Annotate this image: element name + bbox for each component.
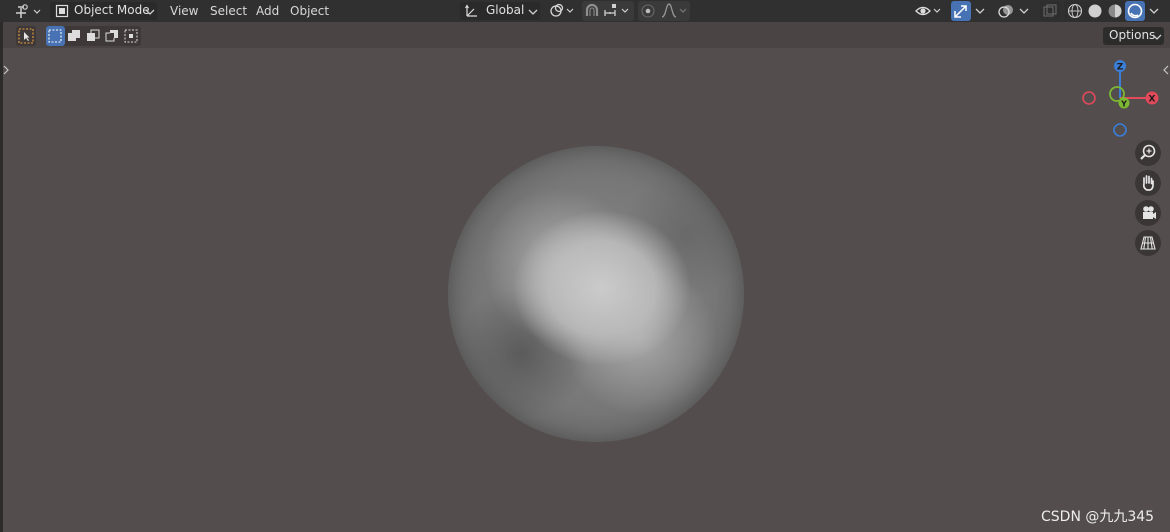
camera-view-button[interactable] [1135, 200, 1161, 226]
gizmo-z-label: Z [1117, 63, 1124, 73]
shading-group [1064, 1, 1146, 21]
chevron-down-icon [1152, 34, 1162, 40]
mode-dropdown[interactable]: Object Mode [50, 2, 157, 20]
navigation-gizmo[interactable]: Z X Y [1080, 56, 1164, 140]
overlays-icon [998, 5, 1013, 18]
material-sphere-icon [1108, 4, 1122, 18]
watermark: CSDN @九九345 [1041, 509, 1155, 525]
tool-settings-bar: Options [0, 22, 1170, 48]
gizmo-x-label: X [1149, 95, 1156, 105]
selection-mode-group [46, 26, 141, 46]
editor-type-icon [16, 4, 41, 18]
gizmo-y-label: Y [1120, 100, 1127, 109]
zoom-button[interactable] [1135, 140, 1161, 166]
select-mode-invert[interactable] [103, 26, 122, 46]
orientation-label: Global [486, 3, 525, 17]
visibility-dropdown[interactable] [914, 1, 946, 21]
hand-icon [1142, 175, 1154, 191]
proportional-edit-icon [641, 4, 655, 18]
shading-rendered-button[interactable] [1125, 1, 1145, 21]
editor-type-button[interactable] [12, 1, 44, 21]
toolbar-expand-arrow-icon[interactable] [3, 64, 11, 76]
shading-wireframe-button[interactable] [1065, 1, 1085, 21]
options-dropdown[interactable]: Options [1103, 27, 1164, 45]
xray-icon [1043, 4, 1057, 17]
menu-object[interactable]: Object [290, 2, 329, 24]
mode-label: Object Mode [74, 3, 150, 17]
menu-view[interactable]: View [170, 2, 198, 24]
snap-toggle[interactable] [582, 1, 602, 21]
pivot-point-dropdown[interactable] [546, 1, 578, 21]
overlays-dropdown[interactable] [1016, 1, 1032, 21]
3d-viewport[interactable]: Z X Y CSDN @九九345 [3, 48, 1170, 532]
orientation-axes-icon [465, 4, 477, 17]
sphere-object[interactable] [448, 146, 744, 442]
falloff-dropdown[interactable] [660, 1, 690, 21]
select-mode-extend[interactable] [65, 26, 84, 46]
overlays-toggle[interactable] [996, 1, 1016, 21]
select-new-icon [48, 29, 62, 43]
camera-icon [1143, 206, 1156, 219]
select-box-tool-icon [18, 28, 34, 44]
magnet-icon [585, 3, 599, 16]
falloff-curve-icon [661, 3, 687, 18]
select-mode-new[interactable] [46, 26, 65, 46]
select-mode-intersect[interactable] [122, 26, 141, 46]
axis-gizmo: Z X Y [1082, 60, 1159, 137]
zoom-icon [1140, 144, 1156, 160]
options-label: Options [1109, 28, 1156, 42]
xray-toggle[interactable] [1040, 1, 1060, 21]
rendered-sphere-icon [1127, 3, 1143, 19]
select-intersect-icon [124, 29, 138, 43]
wireframe-sphere-icon [1067, 3, 1083, 19]
shading-material-button[interactable] [1105, 1, 1125, 21]
menu-add[interactable]: Add [256, 2, 279, 24]
chevron-down-icon [1149, 8, 1159, 14]
gizmo-neg-z[interactable] [1113, 123, 1127, 137]
select-extend-icon [68, 30, 80, 41]
gizmo-neg-x[interactable] [1082, 91, 1096, 105]
gizmo-toggle[interactable] [951, 1, 971, 21]
select-invert-icon [105, 30, 118, 42]
shading-solid-button[interactable] [1085, 1, 1105, 21]
viewport-header: Object Mode View Select Add Object Globa… [0, 0, 1170, 22]
object-mode-icon [55, 4, 69, 18]
pan-button[interactable] [1135, 170, 1161, 196]
select-mode-subtract[interactable] [84, 26, 103, 46]
transform-orientation-dropdown[interactable]: Global [460, 2, 540, 20]
proportional-editing-group [638, 1, 690, 21]
active-tool-button[interactable] [16, 26, 36, 46]
pivot-point-icon [550, 3, 574, 17]
gizmo-dropdown[interactable] [972, 1, 988, 21]
snap-increment-icon [604, 4, 629, 16]
perspective-toggle-button[interactable] [1135, 230, 1161, 256]
proportional-edit-toggle[interactable] [638, 1, 658, 21]
eye-icon [915, 6, 941, 16]
chevron-down-icon [975, 8, 985, 14]
grid-perspective-icon [1140, 236, 1156, 250]
shading-dropdown[interactable] [1146, 1, 1162, 21]
snapping-group [582, 1, 634, 21]
chevron-down-icon [528, 9, 538, 15]
gizmo-icon [954, 5, 967, 18]
select-subtract-icon [87, 29, 100, 41]
solid-sphere-icon [1088, 4, 1102, 18]
snap-target-dropdown[interactable] [602, 1, 634, 21]
chevron-down-icon [1019, 8, 1029, 14]
chevron-down-icon [145, 9, 155, 15]
menu-select[interactable]: Select [210, 2, 247, 24]
